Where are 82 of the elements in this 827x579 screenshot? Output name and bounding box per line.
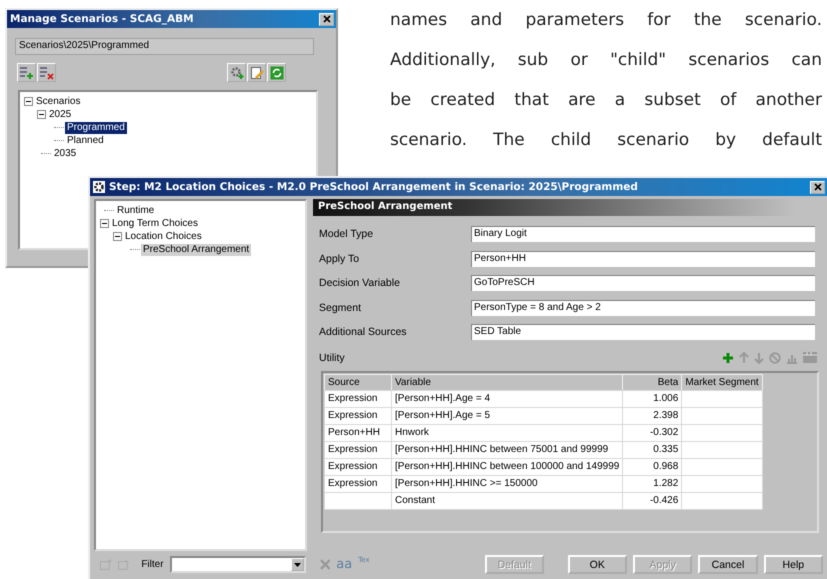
table-cell: 1.282 xyxy=(622,475,682,492)
input-field[interactable]: Binary Logit xyxy=(471,226,815,242)
close-icon xyxy=(322,15,330,23)
input-field[interactable]: PersonType = 8 and Age > 2 xyxy=(471,300,815,316)
tree-item[interactable]: Long Term Choices xyxy=(110,218,200,230)
collapse-icon[interactable] xyxy=(113,232,122,241)
add-scenario-button[interactable] xyxy=(17,63,36,82)
table-cell: Hnwork xyxy=(392,424,623,441)
refresh-button[interactable] xyxy=(267,63,286,82)
input-field[interactable]: GoToPreSCH xyxy=(471,275,815,292)
tree-line xyxy=(104,210,114,211)
input-field[interactable]: SED Table xyxy=(471,324,815,340)
gear-icon xyxy=(230,66,244,80)
table-cell: -0.426 xyxy=(622,492,682,509)
tree-line xyxy=(54,127,64,128)
table-cell xyxy=(324,492,392,509)
table-cell: 0.968 xyxy=(622,458,682,475)
table-cell: [Person+HH].HHINC between 75001 and 99999 xyxy=(392,441,623,458)
refresh-icon xyxy=(270,66,284,80)
tree-line xyxy=(130,249,140,250)
close-icon xyxy=(814,183,822,191)
delete-scenario-button[interactable] xyxy=(37,63,56,82)
column-header[interactable]: Variable xyxy=(392,374,623,390)
tree-item[interactable]: Planned xyxy=(65,134,106,146)
tree-item[interactable]: Scenarios xyxy=(34,96,82,108)
close-button[interactable] xyxy=(319,12,334,26)
table-cell: Person+HH xyxy=(324,424,392,441)
table-cell: Expression xyxy=(324,407,392,424)
table-cell: Expression xyxy=(324,390,392,407)
table-cell: 2.398 xyxy=(622,407,682,424)
table-cell: 1.006 xyxy=(622,390,682,407)
field-label: Additional Sources xyxy=(319,326,408,338)
tree-line xyxy=(54,140,64,141)
tree-item[interactable]: 2035 xyxy=(52,148,78,160)
pencil-page-icon xyxy=(250,66,264,80)
paragraph-line: Additionally, sub or "child" scenarios can xyxy=(390,49,822,72)
column-header[interactable]: Source xyxy=(324,374,392,390)
paragraph-line: names and parameters for the scenario. xyxy=(390,9,822,32)
table-cell: Expression xyxy=(324,441,392,458)
paragraph-line: scenario. The child scenario by default xyxy=(390,129,822,152)
list-cross-icon xyxy=(39,66,54,80)
table-cell: -0.302 xyxy=(622,424,682,441)
collapse-icon[interactable] xyxy=(37,110,46,119)
table-cell: [Person+HH].HHINC >= 150000 xyxy=(392,475,623,492)
tree-item[interactable]: 2025 xyxy=(47,108,74,120)
window-title: Manage Scenarios - SCAG_ABM xyxy=(10,13,195,25)
collapse-icon[interactable] xyxy=(24,97,33,106)
dropdown-button[interactable] xyxy=(290,558,304,571)
table-cell: [Person+HH].HHINC between 100000 and 149999 xyxy=(392,458,623,475)
dialog-button[interactable]: Cancel xyxy=(698,555,758,574)
dialog-button[interactable]: OK xyxy=(568,555,627,574)
input-field[interactable]: Person+HH xyxy=(471,250,815,267)
edit-button[interactable] xyxy=(247,63,266,82)
gear-icon xyxy=(93,181,105,193)
path-field: Scenarios\2025\Programmed xyxy=(15,38,314,55)
tree-line xyxy=(41,153,51,154)
tree-item[interactable]: Runtime xyxy=(115,204,156,216)
field-label: Apply To xyxy=(319,252,360,265)
table-cell: Expression xyxy=(324,458,392,475)
column-header[interactable]: Market Segment xyxy=(682,374,762,390)
table-cell: [Person+HH].Age = 5 xyxy=(392,407,623,424)
table-cell: [Person+HH].Age = 4 xyxy=(392,390,623,407)
table-cell: Constant xyxy=(392,492,623,509)
collapse-icon[interactable] xyxy=(100,219,109,228)
settings-add-button[interactable] xyxy=(227,63,246,82)
dialog-button[interactable]: Help xyxy=(764,555,824,574)
section-label: Utility xyxy=(319,352,346,364)
filter-label: Filter xyxy=(141,559,164,570)
tree-item[interactable]: Programmed xyxy=(65,122,127,134)
field-label: Segment xyxy=(319,302,362,314)
column-header[interactable]: Beta xyxy=(622,374,682,390)
caret-icon xyxy=(294,562,301,566)
close-button[interactable] xyxy=(810,180,825,194)
table-cell: Expression xyxy=(324,475,392,492)
tree-item[interactable]: PreSchool Arrangement xyxy=(141,244,252,256)
field-label: Decision Variable xyxy=(319,277,401,290)
field-label: Model Type xyxy=(319,228,374,240)
window-title: Step: M2 Location Choices - M2.0 PreSchool Arrangement in Scenario: 2025\Programmed xyxy=(109,181,639,193)
list-plus-icon xyxy=(19,66,34,80)
tree-item[interactable]: Location Choices xyxy=(123,230,204,242)
paragraph-line: be created that are a subset of another xyxy=(390,89,822,112)
table-cell: 0.335 xyxy=(622,441,682,458)
